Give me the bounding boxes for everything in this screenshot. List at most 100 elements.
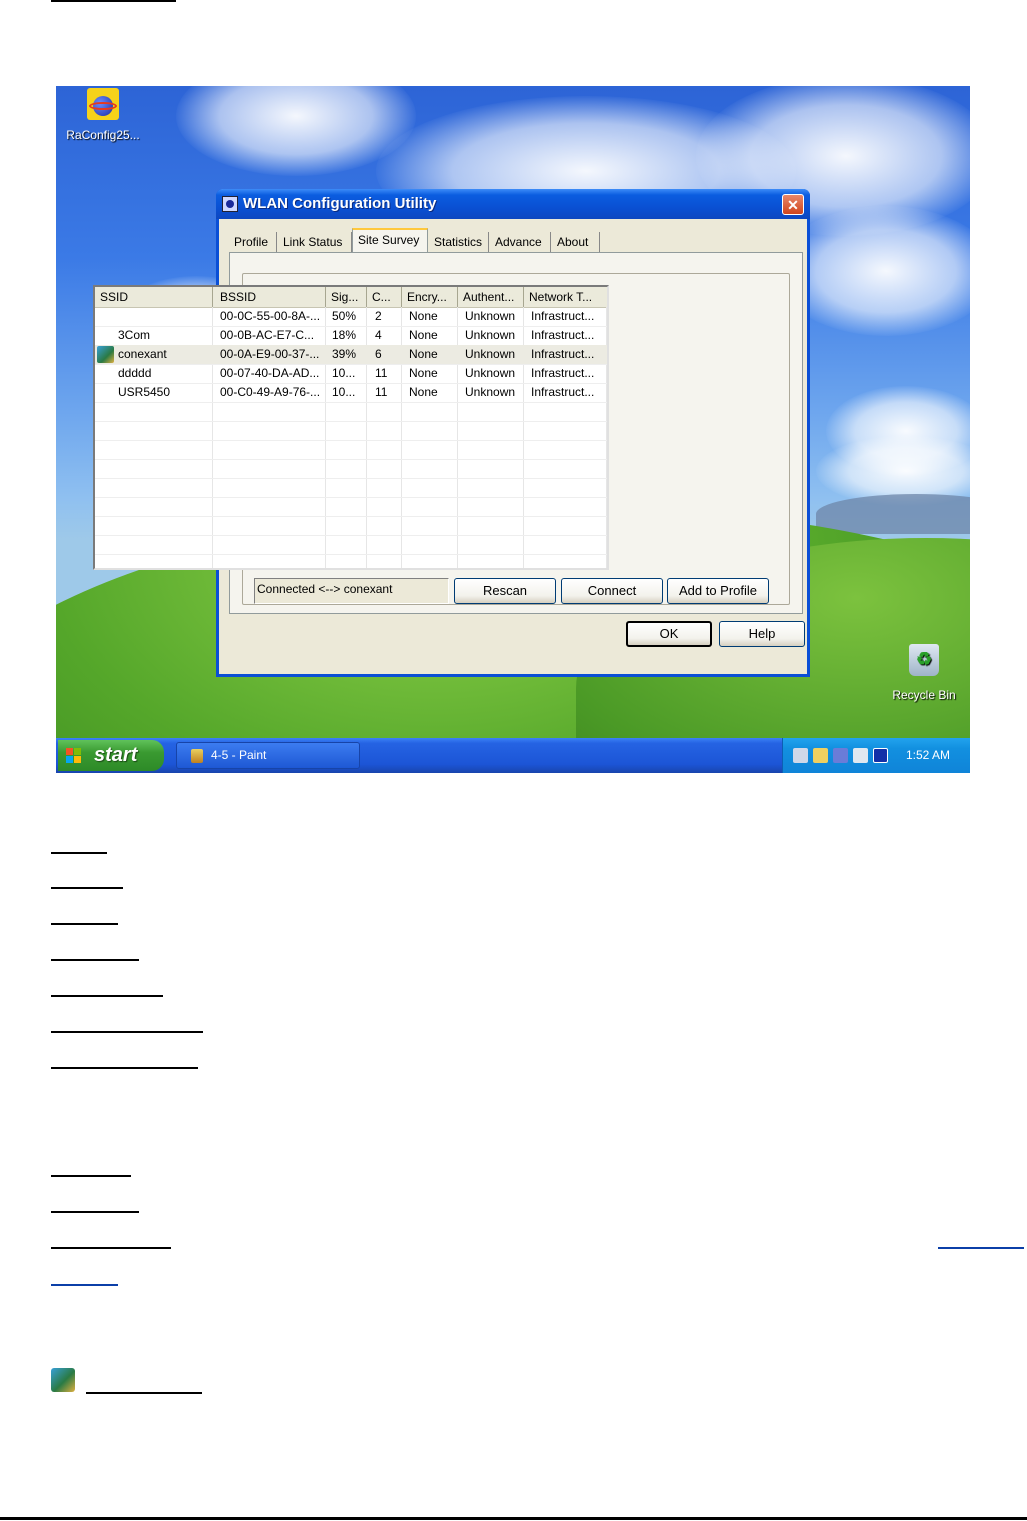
close-icon: ✕ bbox=[787, 197, 799, 213]
cell-bssid: 00-C0-49-A9-76-... bbox=[220, 385, 321, 399]
system-tray: 1:52 AM bbox=[782, 738, 970, 773]
cell-encryption: None bbox=[409, 309, 438, 323]
raconfig-icon bbox=[87, 88, 119, 120]
taskbar: start 4-5 - Paint 1:52 AM bbox=[56, 738, 970, 773]
dialog-titlebar[interactable]: WLAN Configuration Utility ✕ bbox=[216, 189, 810, 219]
cell-network-type: Infrastruct... bbox=[531, 347, 595, 361]
connect-button[interactable]: Connect bbox=[561, 578, 663, 604]
cell-bssid: 00-0B-AC-E7-C... bbox=[220, 328, 315, 342]
cell-signal: 10... bbox=[332, 385, 356, 399]
start-label: start bbox=[94, 744, 138, 766]
cell-signal: 10... bbox=[332, 366, 356, 380]
tab-link-status[interactable]: Link Status bbox=[278, 232, 352, 252]
distant-mountain bbox=[816, 494, 970, 534]
column-header-authentication[interactable]: Authent... bbox=[458, 287, 524, 307]
ok-button[interactable]: OK bbox=[626, 621, 712, 647]
table-row[interactable]: ddddd 00-07-40-DA-AD... 10... 11 None Un… bbox=[95, 364, 607, 383]
table-row-connected[interactable]: conexant 00-0A-E9-00-37-... 39% 6 None U… bbox=[95, 345, 607, 364]
taskbar-item-paint[interactable]: 4-5 - Paint bbox=[176, 742, 360, 769]
doc-link-underline[interactable] bbox=[938, 1247, 1024, 1249]
column-header-ssid[interactable]: SSID bbox=[95, 287, 213, 307]
network-tray-icon[interactable] bbox=[793, 748, 808, 763]
cell-ssid: conexant bbox=[118, 347, 167, 361]
desktop-icon-label: RaConfig25... bbox=[66, 128, 140, 142]
start-button[interactable]: start bbox=[58, 740, 164, 771]
doc-item-underline bbox=[51, 1211, 139, 1213]
tab-statistics[interactable]: Statistics bbox=[429, 232, 489, 252]
cell-encryption: None bbox=[409, 385, 438, 399]
page-bottom-rule bbox=[0, 1517, 1027, 1520]
doc-item-underline bbox=[51, 1067, 198, 1069]
tool-tray-icon[interactable] bbox=[813, 748, 828, 763]
grid-line bbox=[95, 535, 607, 536]
cell-bssid: 00-07-40-DA-AD... bbox=[220, 366, 320, 380]
list-header: SSID BSSID Sig... C... Encry... Authent.… bbox=[95, 287, 607, 308]
cell-channel: 11 bbox=[375, 385, 388, 399]
cell-encryption: None bbox=[409, 366, 438, 380]
dialog-title: WLAN Configuration Utility bbox=[243, 195, 437, 212]
recycle-bin-icon: ♻ bbox=[909, 644, 939, 676]
grid-line bbox=[95, 478, 607, 479]
grid-line bbox=[95, 402, 607, 403]
doc-item-underline bbox=[51, 995, 163, 997]
column-header-channel[interactable]: C... bbox=[367, 287, 402, 307]
desktop-icon-label: Recycle Bin bbox=[892, 688, 956, 702]
clock: 1:52 AM bbox=[906, 748, 951, 762]
doc-item-underline bbox=[51, 1031, 203, 1033]
doc-heading-underline bbox=[51, 0, 176, 2]
table-row[interactable]: 00-0C-55-00-8A-... 50% 2 None Unknown In… bbox=[95, 307, 607, 326]
wireless-tray-icon[interactable] bbox=[853, 748, 868, 763]
cell-network-type: Infrastruct... bbox=[531, 366, 595, 380]
grid-line bbox=[95, 554, 607, 555]
doc-item-underline bbox=[51, 852, 107, 854]
tab-profile[interactable]: Profile bbox=[229, 232, 277, 252]
cell-ssid bbox=[95, 307, 213, 326]
rescan-button[interactable]: Rescan bbox=[454, 578, 556, 604]
tab-about[interactable]: About bbox=[552, 232, 600, 252]
table-row[interactable]: 3Com 00-0B-AC-E7-C... 18% 4 None Unknown… bbox=[95, 326, 607, 345]
windows-logo-icon bbox=[66, 748, 82, 764]
doc-item-underline bbox=[86, 1392, 202, 1394]
paint-icon bbox=[191, 749, 203, 763]
grid-line bbox=[95, 421, 607, 422]
column-header-bssid[interactable]: BSSID bbox=[213, 287, 326, 307]
help-button[interactable]: Help bbox=[719, 621, 805, 647]
cell-bssid: 00-0C-55-00-8A-... bbox=[220, 309, 321, 323]
column-header-encryption[interactable]: Encry... bbox=[402, 287, 458, 307]
desktop-icon-raconfig[interactable]: RaConfig25... bbox=[58, 88, 148, 142]
column-header-signal[interactable]: Sig... bbox=[326, 287, 367, 307]
doc-item-underline bbox=[51, 959, 139, 961]
desktop-icon-recycle-bin[interactable]: ♻ Recycle Bin bbox=[882, 644, 966, 702]
cell-network-type: Infrastruct... bbox=[531, 328, 595, 342]
tab-advance[interactable]: Advance bbox=[490, 232, 551, 252]
cell-bssid: 00-0A-E9-00-37-... bbox=[220, 347, 320, 361]
add-to-profile-button[interactable]: Add to Profile bbox=[667, 578, 769, 604]
cell-authentication: Unknown bbox=[465, 347, 516, 361]
doc-item-underline bbox=[51, 887, 123, 889]
grid-line bbox=[95, 440, 607, 441]
cell-encryption: None bbox=[409, 328, 438, 342]
cell-ssid: USR5450 bbox=[118, 385, 171, 399]
connected-icon bbox=[51, 1368, 75, 1392]
column-header-network-type[interactable]: Network T... bbox=[524, 287, 607, 307]
raconfig-tray-icon[interactable] bbox=[833, 748, 848, 763]
network-list[interactable]: SSID BSSID Sig... C... Encry... Authent.… bbox=[93, 285, 609, 570]
cell-ssid: ddddd bbox=[118, 366, 152, 380]
desktop-screenshot: RaConfig25... ♻ Recycle Bin WLAN Configu… bbox=[56, 86, 970, 773]
media-tray-icon[interactable] bbox=[873, 748, 888, 763]
tab-site-survey[interactable]: Site Survey bbox=[352, 228, 428, 253]
cell-encryption: None bbox=[409, 347, 438, 361]
cell-network-type: Infrastruct... bbox=[531, 385, 595, 399]
cell-channel: 4 bbox=[375, 328, 382, 342]
cell-ssid: 3Com bbox=[118, 328, 151, 342]
cell-authentication: Unknown bbox=[465, 385, 516, 399]
close-button[interactable]: ✕ bbox=[782, 194, 804, 215]
app-icon bbox=[222, 196, 238, 212]
connection-status: Connected <--> conexant bbox=[254, 578, 449, 604]
cell-network-type: Infrastruct... bbox=[531, 309, 595, 323]
grid-line bbox=[95, 497, 607, 498]
cell-channel: 2 bbox=[375, 309, 382, 323]
table-row[interactable]: USR5450 00-C0-49-A9-76-... 10... 11 None… bbox=[95, 383, 607, 402]
cell-authentication: Unknown bbox=[465, 328, 516, 342]
doc-link-underline[interactable] bbox=[51, 1284, 118, 1286]
